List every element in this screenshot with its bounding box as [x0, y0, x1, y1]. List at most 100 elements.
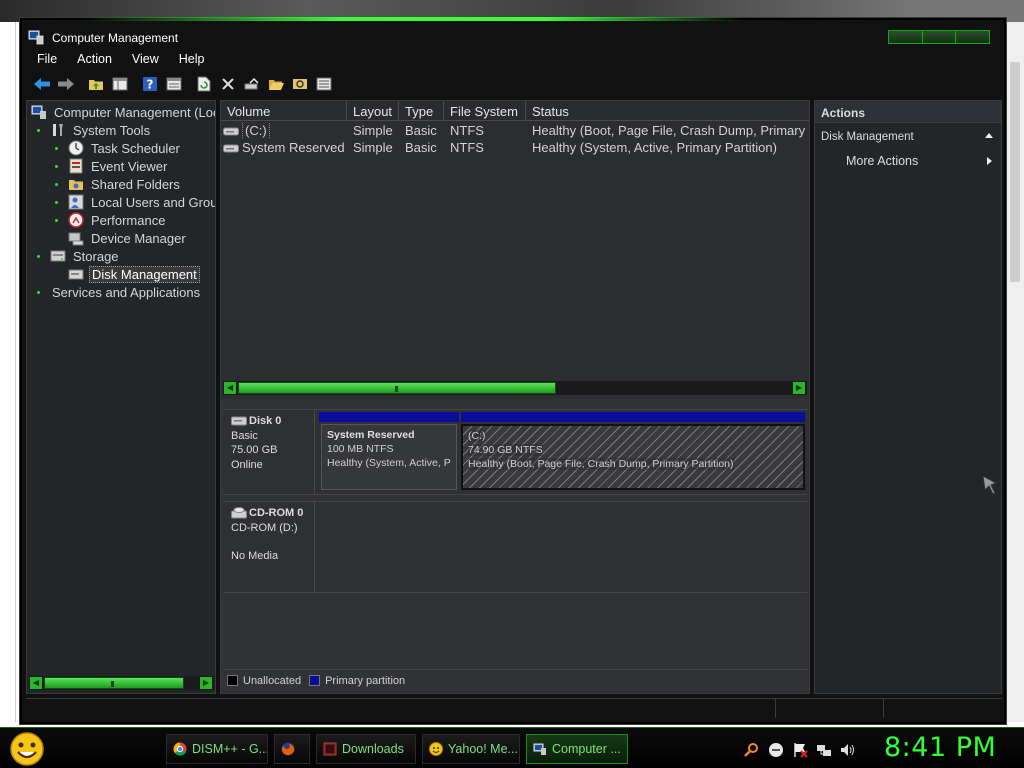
- up-folder-icon[interactable]: [86, 74, 106, 94]
- disk-row[interactable]: Disk 0 Basic 75.00 GB Online System Rese…: [223, 409, 807, 495]
- tree-horizontal-scrollbar[interactable]: ◀ ▶: [29, 676, 215, 690]
- volume-cell: (C:): [221, 122, 347, 139]
- scrollbar-thumb[interactable]: [44, 677, 184, 689]
- delete-icon[interactable]: [218, 74, 238, 94]
- tree-item-shared-folders[interactable]: Shared Folders: [55, 175, 182, 193]
- tree-label: Services and Applications: [52, 284, 201, 300]
- partition-system-reserved[interactable]: System Reserved 100 MB NTFS Healthy (Sys…: [321, 424, 457, 490]
- layout-cell: Simple: [353, 140, 393, 155]
- taskbar-item-downloads[interactable]: Downloads: [316, 734, 416, 764]
- column-layout[interactable]: Layout: [347, 101, 399, 121]
- legend-unallocated: Unallocated: [243, 674, 302, 687]
- column-status[interactable]: Status: [526, 101, 809, 121]
- volume-row[interactable]: (C:) Simple Basic NTFS Healthy (Boot, Pa…: [221, 122, 809, 139]
- maximize-button[interactable]: [922, 31, 957, 43]
- taskbar-item-firefox[interactable]: [274, 734, 310, 764]
- expand-dot[interactable]: [55, 146, 58, 150]
- taskbar-clock[interactable]: 8:41 PM: [884, 732, 996, 763]
- check-disk-icon[interactable]: [242, 74, 262, 94]
- window-glow: [82, 17, 742, 21]
- close-button[interactable]: [956, 31, 990, 43]
- tree-item-performance[interactable]: Performance: [55, 211, 167, 229]
- scroll-right-arrow[interactable]: ▶: [793, 382, 805, 394]
- tree-item-storage[interactable]: Storage: [37, 247, 121, 265]
- tree-item-computer-management[interactable]: Computer Management (Loc: [31, 103, 215, 121]
- expand-dot[interactable]: [37, 128, 40, 132]
- cdrom-row[interactable]: CD-ROM 0 CD-ROM (D:) No Media: [223, 501, 807, 593]
- type-cell: Basic: [405, 123, 437, 138]
- more-actions-item[interactable]: More Actions: [815, 151, 1001, 171]
- actions-pane: Actions Disk Management More Actions: [814, 100, 1002, 694]
- disk-label: Disk 0: [231, 414, 314, 429]
- minimize-button[interactable]: [889, 31, 923, 43]
- column-type[interactable]: Type: [399, 101, 444, 121]
- column-file-system[interactable]: File System: [444, 101, 526, 121]
- expand-dot[interactable]: [55, 218, 58, 222]
- tree-label: Device Manager: [91, 230, 186, 246]
- tree-item-disk-management[interactable]: Disk Management: [68, 265, 200, 283]
- network-icon[interactable]: [816, 742, 832, 758]
- taskbar-item-computer-management[interactable]: Computer ...: [526, 734, 628, 764]
- open-folder-icon[interactable]: [266, 74, 286, 94]
- status-bar: [26, 698, 1002, 718]
- search-tray-icon[interactable]: [744, 742, 760, 758]
- properties-icon[interactable]: [164, 74, 184, 94]
- console-tree-pane: Computer Management (Loc System Tools Ta…: [26, 100, 216, 694]
- expand-dot[interactable]: [55, 200, 58, 204]
- tree-item-services-and-applications[interactable]: Services and Applications: [37, 283, 202, 301]
- window-controls: [888, 30, 990, 44]
- layout-cell: Simple: [353, 123, 393, 138]
- menu-file[interactable]: File: [26, 50, 67, 70]
- collapse-up-icon[interactable]: [985, 133, 993, 138]
- scroll-left-arrow[interactable]: ◀: [30, 677, 42, 689]
- start-smiley-icon[interactable]: [8, 731, 46, 767]
- volume-name: System Reserved: [242, 140, 345, 155]
- column-volume[interactable]: Volume: [221, 101, 347, 121]
- scrollbar-thumb[interactable]: [238, 382, 556, 394]
- title-bar[interactable]: Computer Management: [22, 24, 1004, 50]
- scroll-left-arrow[interactable]: ◀: [224, 382, 236, 394]
- console-tree-icon[interactable]: [110, 74, 130, 94]
- volume-row[interactable]: System Reserved Simple Basic NTFS Health…: [221, 139, 809, 156]
- minimize-tray-icon[interactable]: [768, 742, 784, 758]
- search-icon[interactable]: [290, 74, 310, 94]
- tree-item-local-users[interactable]: Local Users and Grou: [55, 193, 215, 211]
- partition-c[interactable]: (C:) 74.90 GB NTFS Healthy (Boot, Page F…: [461, 424, 805, 490]
- volume-icon[interactable]: [840, 742, 856, 758]
- disk-management-icon: [68, 269, 84, 280]
- menu-action[interactable]: Action: [67, 50, 122, 70]
- taskbar-item-dism[interactable]: DISM++ - G...: [166, 734, 268, 764]
- forward-arrow-icon[interactable]: [56, 74, 76, 94]
- scrollbar-grip: [111, 681, 114, 687]
- scroll-right-arrow[interactable]: ▶: [200, 677, 212, 689]
- tree-item-event-viewer[interactable]: Event Viewer: [55, 157, 169, 175]
- file-system-cell: NTFS: [450, 140, 484, 155]
- menu-help[interactable]: Help: [169, 50, 215, 70]
- actions-section-disk-management[interactable]: Disk Management: [815, 127, 1001, 147]
- tree-item-device-manager[interactable]: Device Manager: [68, 229, 188, 247]
- console-tree: Computer Management (Loc System Tools Ta…: [27, 101, 215, 681]
- tree-label: Local Users and Grou: [91, 194, 215, 210]
- status-segment: [884, 699, 1002, 718]
- partition-status: Healthy (System, Active, P: [327, 457, 451, 469]
- tree-item-task-scheduler[interactable]: Task Scheduler: [55, 139, 182, 157]
- refresh-icon[interactable]: [194, 74, 214, 94]
- volume-list-horizontal-scrollbar[interactable]: ◀ ▶: [223, 381, 807, 395]
- volume-name: (C:): [242, 122, 270, 139]
- tree-item-system-tools[interactable]: System Tools: [37, 121, 152, 139]
- back-arrow-icon[interactable]: [32, 74, 52, 94]
- downloads-icon: [323, 742, 337, 756]
- storage-icon: [50, 250, 66, 262]
- menu-view[interactable]: View: [122, 50, 169, 70]
- cdrom-info: CD-ROM 0 CD-ROM (D:) No Media: [223, 502, 315, 592]
- expand-dot[interactable]: [37, 254, 40, 258]
- file-system-cell: NTFS: [450, 123, 484, 138]
- status-segment: [776, 699, 884, 718]
- expand-dot[interactable]: [37, 290, 40, 294]
- taskbar-item-yahoo-messenger[interactable]: Yahoo! Me...: [422, 734, 520, 764]
- expand-dot[interactable]: [55, 182, 58, 186]
- action-center-flag-icon[interactable]: [792, 742, 808, 758]
- help-icon[interactable]: ?: [140, 74, 160, 94]
- expand-dot[interactable]: [55, 164, 58, 168]
- rescan-icon[interactable]: [314, 74, 334, 94]
